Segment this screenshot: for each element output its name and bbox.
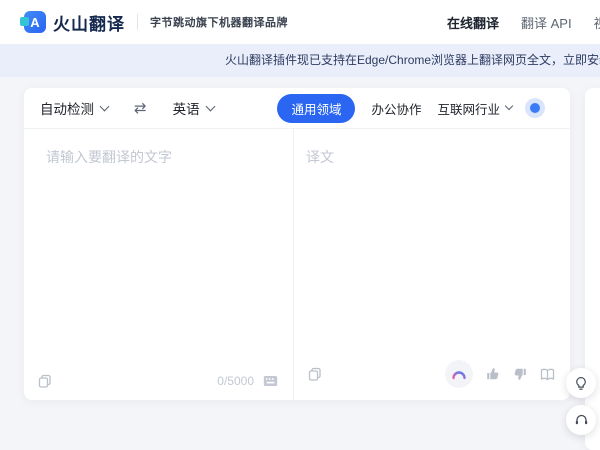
target-language-select[interactable]: 英语 — [173, 98, 214, 118]
source-toolbar-right: 0/5000 — [217, 374, 278, 388]
dictionary-book-icon[interactable] — [540, 368, 555, 381]
chevron-down-icon — [505, 102, 513, 110]
divider — [137, 14, 138, 30]
domain-tabs: 通用领域 办公协作 互联网行业 — [277, 94, 554, 123]
chevron-down-icon — [100, 101, 110, 111]
target-language-label: 英语 — [173, 98, 200, 118]
translator-card: 自动检测 ⇄ 英语 通用领域 办公协作 互联网行业 请输入要翻译的文字 — [24, 88, 570, 400]
volcano-logo-icon: A — [24, 11, 46, 33]
customer-service-button[interactable] — [566, 405, 596, 435]
chevron-down-icon — [205, 101, 215, 111]
output-pane: 译文 — [294, 129, 570, 400]
top-nav: 在线翻译 翻译 API 视频 — [447, 0, 600, 44]
output-actions — [445, 360, 555, 388]
nav-video[interactable]: 视频 — [594, 13, 600, 32]
output-toolbar — [308, 360, 555, 388]
language-bar: 自动检测 ⇄ 英语 通用领域 办公协作 互联网行业 — [24, 88, 570, 129]
logo-text: 火山翻译 — [53, 10, 125, 35]
headset-icon — [574, 413, 589, 427]
source-toolbar: 0/5000 — [38, 374, 278, 388]
tab-general-domain[interactable]: 通用领域 — [277, 94, 355, 123]
nav-online-translate[interactable]: 在线翻译 — [447, 13, 499, 32]
paste-icon[interactable] — [38, 374, 52, 388]
copy-result-icon[interactable] — [308, 367, 322, 381]
tab-office-collab[interactable]: 办公协作 — [371, 99, 421, 118]
tab-office-collab-label: 办公协作 — [371, 99, 421, 118]
promo-banner-text: 火山翻译插件现已支持在Edge/Chrome浏览器上翻译网页全文，立即安装体验吧 — [225, 44, 600, 77]
feature-beacon-dot[interactable] — [530, 103, 540, 113]
tab-internet-industry-label: 互联网行业 — [437, 99, 500, 118]
source-language-label: 自动检测 — [40, 98, 94, 118]
char-counter: 0/5000 — [217, 374, 254, 388]
tab-internet-industry[interactable]: 互联网行业 — [437, 99, 512, 118]
thumbs-up-icon[interactable] — [486, 367, 500, 381]
output-placeholder: 译文 — [306, 147, 334, 167]
top-header: A 火山翻译 字节跳动旗下机器翻译品牌 在线翻译 翻译 API 视频 — [0, 0, 600, 44]
lightbulb-icon — [574, 376, 588, 391]
promo-banner[interactable]: 火山翻译插件现已支持在Edge/Chrome浏览器上翻译网页全文，立即安装体验吧 — [0, 44, 600, 77]
ai-polish-icon[interactable] — [445, 360, 473, 388]
nav-translate-api[interactable]: 翻译 API — [521, 13, 572, 32]
feedback-lightbulb-button[interactable] — [566, 368, 596, 398]
translator-panes: 请输入要翻译的文字 0/5000 译文 — [24, 129, 570, 400]
thumbs-down-icon[interactable] — [513, 367, 527, 381]
keyboard-icon[interactable] — [263, 375, 278, 387]
source-pane[interactable]: 请输入要翻译的文字 0/5000 — [24, 129, 294, 400]
brand-tagline: 字节跳动旗下机器翻译品牌 — [150, 14, 288, 30]
logo[interactable]: A 火山翻译 字节跳动旗下机器翻译品牌 — [24, 10, 288, 35]
swap-languages-icon[interactable]: ⇄ — [134, 101, 147, 116]
source-textarea-placeholder[interactable]: 请输入要翻译的文字 — [46, 147, 172, 167]
source-language-select[interactable]: 自动检测 — [40, 98, 108, 118]
